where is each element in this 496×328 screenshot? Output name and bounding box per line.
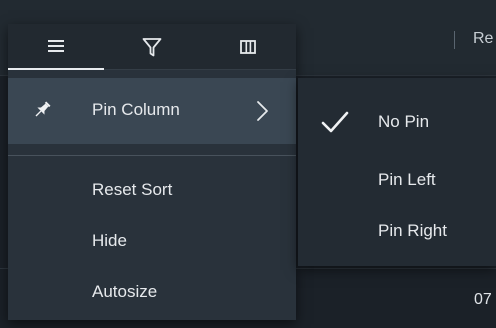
- tab-columns[interactable]: [200, 24, 296, 70]
- pin-column-label: Pin Column: [92, 100, 180, 119]
- columns-icon: [240, 40, 256, 54]
- header-cell-label[interactable]: Re: [473, 30, 493, 48]
- autosize-item[interactable]: Autosize: [8, 276, 296, 310]
- no-pin-option[interactable]: No Pin: [298, 102, 496, 142]
- chevron-right-icon: [255, 100, 269, 122]
- data-grid: Re 07 Pin Column Reset Sort Hide Autosiz…: [0, 0, 496, 328]
- checkmark-icon: [320, 108, 350, 141]
- tab-general[interactable]: [8, 24, 104, 70]
- pin-column-item[interactable]: Pin Column: [8, 78, 296, 144]
- menu-icon: [48, 40, 64, 52]
- pin-right-label: Pin Right: [378, 221, 447, 240]
- pin-left-option[interactable]: Pin Left: [298, 160, 496, 200]
- reset-sort-item[interactable]: Reset Sort: [8, 174, 296, 208]
- pin-right-option[interactable]: Pin Right: [298, 211, 496, 251]
- pin-icon: [32, 100, 52, 120]
- hide-label: Hide: [92, 231, 127, 250]
- no-pin-label: No Pin: [378, 112, 430, 131]
- reset-sort-label: Reset Sort: [92, 180, 173, 199]
- column-menu: Pin Column Reset Sort Hide Autosize: [8, 24, 296, 320]
- filter-icon: [142, 38, 162, 57]
- menu-divider: [8, 155, 296, 156]
- hide-item[interactable]: Hide: [8, 225, 296, 259]
- tab-filter[interactable]: [104, 24, 200, 70]
- header-separator: [454, 31, 455, 49]
- pin-left-label: Pin Left: [378, 170, 436, 189]
- grid-cell[interactable]: 07: [474, 291, 492, 309]
- pin-submenu: No Pin Pin Left Pin Right: [298, 78, 496, 266]
- autosize-label: Autosize: [92, 282, 158, 301]
- column-menu-tabs: [8, 24, 296, 70]
